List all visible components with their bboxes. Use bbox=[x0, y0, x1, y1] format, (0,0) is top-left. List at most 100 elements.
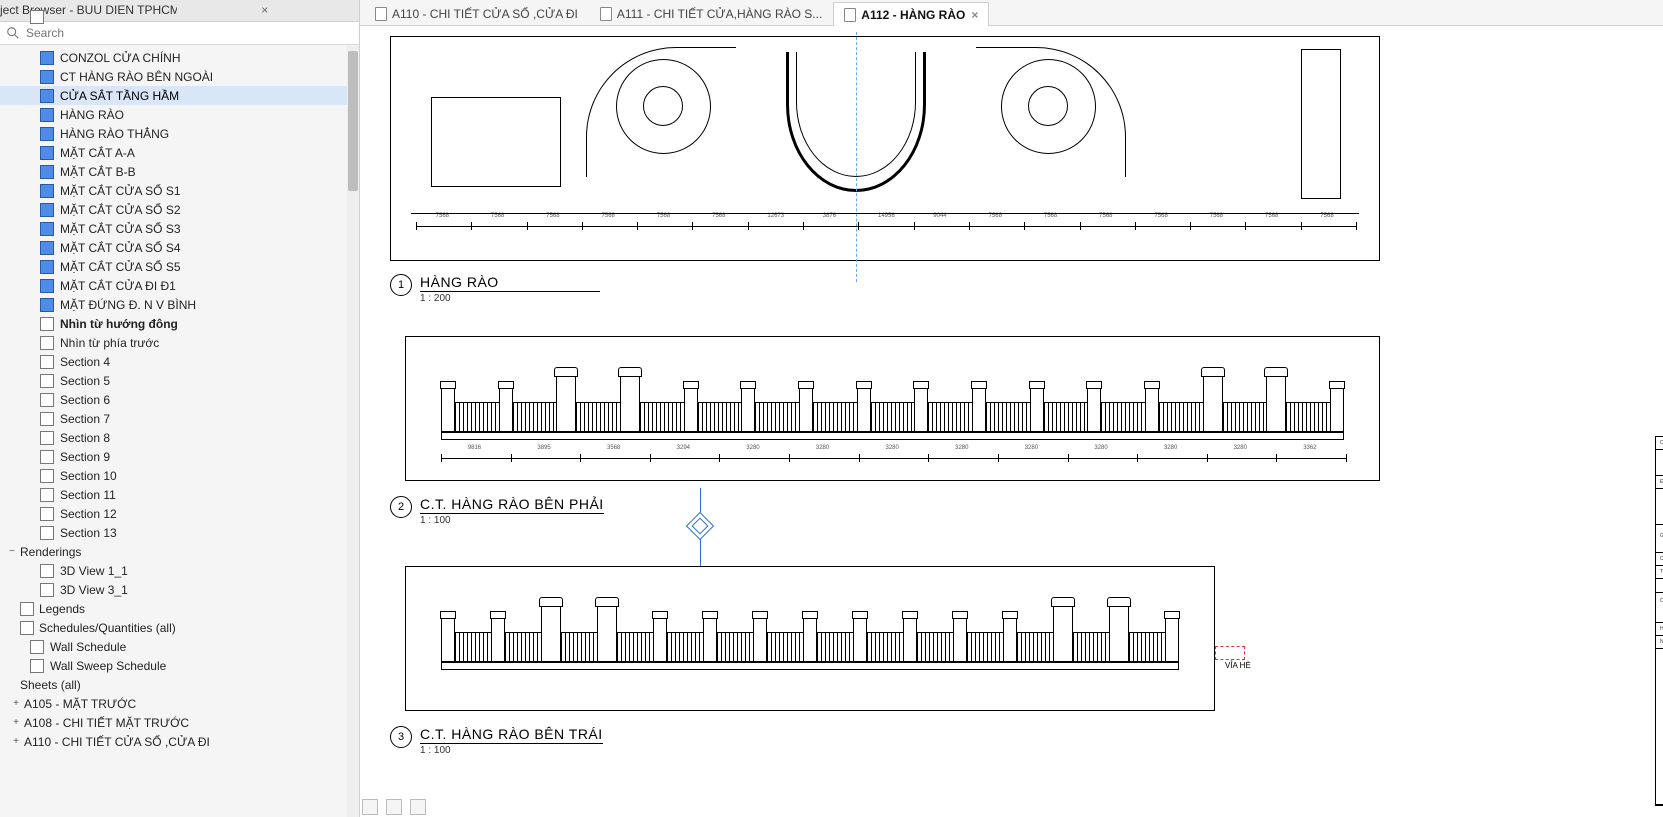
view-icon bbox=[40, 70, 54, 84]
tree-group[interactable]: Legends bbox=[0, 599, 359, 618]
tree-item[interactable]: MẶT ĐỨNG Đ. N V BÌNH bbox=[0, 295, 359, 314]
tree-item-label: Nhìn từ phía trước bbox=[60, 336, 159, 350]
tree-item-label: 3D View 1_1 bbox=[60, 564, 128, 578]
tree-item[interactable]: 3D View 3_1 bbox=[0, 580, 359, 599]
tree-group[interactable]: Sheets (all) bbox=[0, 675, 359, 694]
document-tabbar: A110 - CHI TIẾT CỬA SỔ ,CỬA ĐIA111 - CHI… bbox=[360, 0, 1663, 26]
tree-item-label: MẶT CẮT CỬA SỔ S5 bbox=[60, 260, 181, 274]
tree-item[interactable]: MẶT CẮT CỬA SỔ S2 bbox=[0, 200, 359, 219]
tree-item-label: MẶT CẮT B-B bbox=[60, 165, 136, 179]
tree-item-label: Section 5 bbox=[60, 374, 110, 388]
tree-item-label: 3D View 3_1 bbox=[60, 583, 128, 597]
tree-item[interactable]: MẶT CẮT CỬA ĐI Đ1 bbox=[0, 276, 359, 295]
panel-close-icon[interactable]: × bbox=[177, 3, 354, 17]
project-tree[interactable]: CONZOL CỬA CHÍNH CT HÀNG RÀO BÊN NGOÀI CỬA… bbox=[0, 45, 359, 817]
tree-item[interactable]: CONZOL CỬA CHÍNH bbox=[0, 48, 359, 67]
view-icon bbox=[40, 241, 54, 255]
view-icon bbox=[40, 317, 54, 331]
document-tab[interactable]: A110 - CHI TIẾT CỬA SỔ ,CỬA ĐI bbox=[364, 1, 589, 25]
tree-item[interactable]: MẶT CẮT B-B bbox=[0, 162, 359, 181]
tree-item-label: MẶT CẮT CỬA SỔ S1 bbox=[60, 184, 181, 198]
vc-icon[interactable] bbox=[362, 799, 378, 815]
dimension-line: 9816389535683294328032803280328032803280… bbox=[441, 454, 1346, 462]
view-icon bbox=[30, 659, 44, 673]
view-icon bbox=[40, 127, 54, 141]
tree-item-label: HÀNG RÀO THẲNG bbox=[60, 127, 169, 141]
tree-item[interactable]: MẶT CẮT CỬA SỔ S5 bbox=[0, 257, 359, 276]
view-icon bbox=[40, 412, 54, 426]
view-icon bbox=[40, 146, 54, 160]
view-icon bbox=[40, 89, 54, 103]
sheet-item[interactable]: +A105 - MẶT TRƯỚC bbox=[0, 694, 359, 713]
expander-icon[interactable]: − bbox=[6, 546, 18, 557]
tree-item[interactable]: Section 12 bbox=[0, 504, 359, 523]
view-scale: 1 : 100 bbox=[420, 515, 604, 526]
tree-item[interactable]: 3D View 1_1 bbox=[0, 561, 359, 580]
tree-item[interactable]: HÀNG RÀO THẲNG bbox=[0, 124, 359, 143]
tree-item[interactable]: Wall Schedule bbox=[0, 637, 359, 656]
view-name: C.T. HÀNG RÀO BÊN PHẢI bbox=[420, 496, 604, 514]
tree-item-label: Section 11 bbox=[60, 488, 116, 502]
tree-item-label: Wall Sweep Schedule bbox=[50, 659, 166, 673]
tree-item-label: Section 12 bbox=[60, 507, 117, 521]
group-icon bbox=[20, 602, 34, 616]
sheet-icon bbox=[375, 7, 387, 21]
view-icon bbox=[40, 203, 54, 217]
tree-item[interactable]: CỬA SẮT TẦNG HẦM bbox=[0, 86, 359, 105]
sheet-item[interactable]: +A110 - CHI TIẾT CỬA SỔ ,CỬA ĐI bbox=[0, 732, 359, 751]
tree-group[interactable]: −Renderings bbox=[0, 542, 359, 561]
sheet-item[interactable]: +A108 - CHI TIẾT MẶT TRƯỚC bbox=[0, 713, 359, 732]
tree-item[interactable]: MẶT CẮT CỬA SỔ S1 bbox=[0, 181, 359, 200]
tree-item[interactable]: Nhìn từ phía trước bbox=[0, 333, 359, 352]
view-icon bbox=[40, 336, 54, 350]
tree-item[interactable]: CT HÀNG RÀO BÊN NGOÀI bbox=[0, 67, 359, 86]
tree-item[interactable]: MẶT CẮT CỬA SỔ S4 bbox=[0, 238, 359, 257]
vc-icon[interactable] bbox=[386, 799, 402, 815]
tree-item[interactable]: HÀNG RÀO bbox=[0, 105, 359, 124]
view-name: C.T. HÀNG RÀO BÊN TRÁI bbox=[420, 726, 603, 744]
view-icon bbox=[40, 564, 54, 578]
tree-scrollbar[interactable] bbox=[347, 46, 359, 817]
tree-item[interactable]: MẶT CẮT A-A bbox=[0, 143, 359, 162]
tree-item[interactable]: Section 5 bbox=[0, 371, 359, 390]
tree-item[interactable]: MẶT CẮT CỬA SỔ S3 bbox=[0, 219, 359, 238]
sheet-icon bbox=[844, 8, 856, 22]
view-control-bar[interactable] bbox=[362, 799, 426, 815]
vc-icon[interactable] bbox=[410, 799, 426, 815]
drawing-canvas[interactable]: 7568756875687568756875681267338761495690… bbox=[360, 26, 1663, 817]
tree-item[interactable]: Section 6 bbox=[0, 390, 359, 409]
tree-item-label: CT HÀNG RÀO BÊN NGOÀI bbox=[60, 70, 213, 84]
view-icon bbox=[40, 279, 54, 293]
tree-item[interactable]: Nhìn từ hướng đông bbox=[0, 314, 359, 333]
tree-item-label: Nhìn từ hướng đông bbox=[60, 317, 178, 331]
tree-item[interactable]: Section 9 bbox=[0, 447, 359, 466]
tree-item-label: Section 6 bbox=[60, 393, 110, 407]
view-icon bbox=[40, 355, 54, 369]
view-icon bbox=[40, 507, 54, 521]
search-row bbox=[0, 22, 359, 45]
view-icon bbox=[40, 488, 54, 502]
tree-item[interactable]: Section 4 bbox=[0, 352, 359, 371]
view-icon bbox=[40, 298, 54, 312]
tab-close-icon[interactable]: × bbox=[971, 8, 978, 22]
section-marker-icon[interactable] bbox=[686, 512, 714, 540]
tree-item[interactable]: Section 7 bbox=[0, 409, 359, 428]
tree-item[interactable]: Section 8 bbox=[0, 428, 359, 447]
tree-item[interactable]: Wall Sweep Schedule bbox=[0, 656, 359, 675]
tree-item[interactable]: Section 13 bbox=[0, 523, 359, 542]
view-title-3: 3 C.T. HÀNG RÀO BÊN TRÁI 1 : 100 bbox=[390, 726, 603, 756]
search-icon bbox=[6, 26, 20, 40]
view-icon bbox=[40, 469, 54, 483]
tree-item-label: Section 4 bbox=[60, 355, 110, 369]
view-frame-3 bbox=[405, 566, 1215, 711]
tree-item-label: MẶT CẮT CỬA SỔ S4 bbox=[60, 241, 181, 255]
search-input[interactable] bbox=[26, 26, 353, 40]
tree-item[interactable]: Section 10 bbox=[0, 466, 359, 485]
tree-item[interactable]: Section 11 bbox=[0, 485, 359, 504]
view-icon bbox=[40, 165, 54, 179]
tree-group[interactable]: Schedules/Quantities (all) bbox=[0, 618, 359, 637]
document-tab[interactable]: A112 - HÀNG RÀO× bbox=[833, 2, 989, 26]
document-tab[interactable]: A111 - CHI TIẾT CỬA,HÀNG RÀO S... bbox=[589, 1, 833, 25]
view-icon bbox=[40, 431, 54, 445]
panel-title-text: ject Browser - BUU DIEN TPHCM KHOI TRUOC… bbox=[0, 3, 177, 17]
